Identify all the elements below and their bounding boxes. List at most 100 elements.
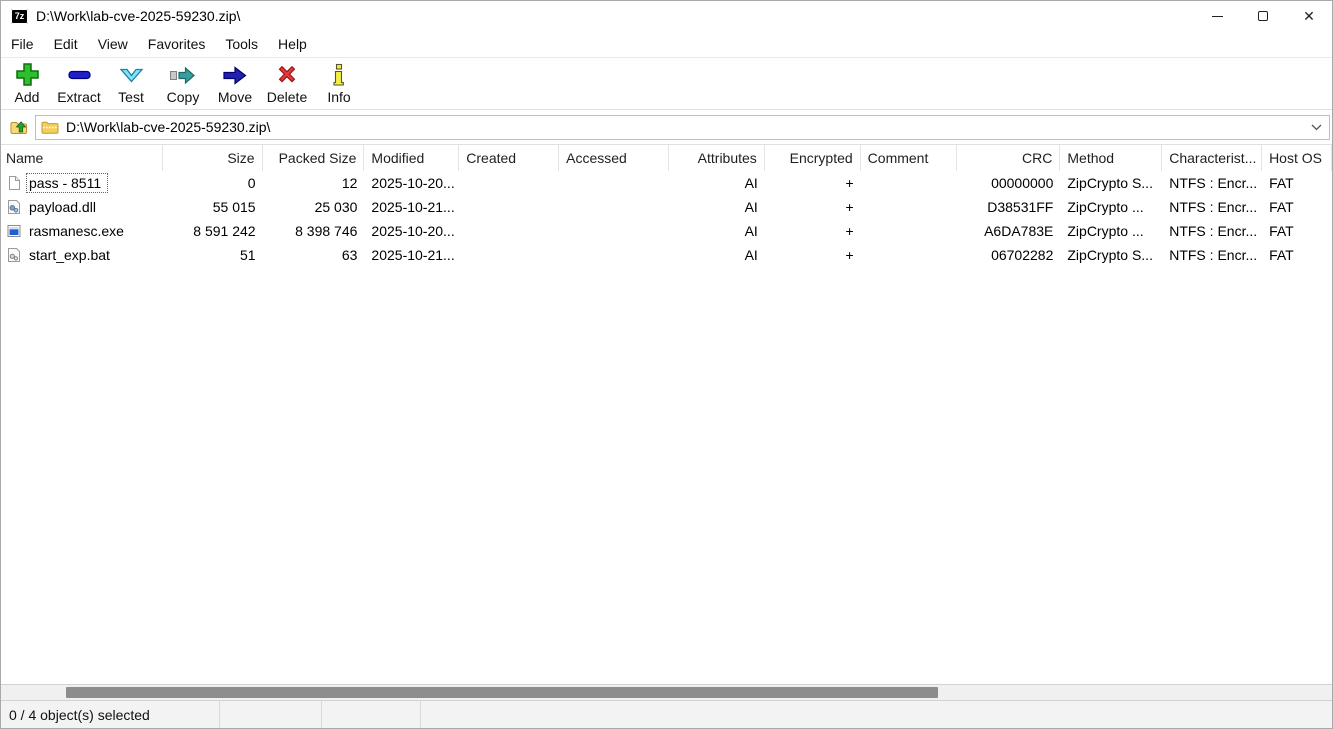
copy-label: Copy [166, 89, 200, 105]
add-plus-icon [16, 63, 39, 86]
7zip-window: 7z D:\Work\lab-cve-2025-59230.zip\ ✕ Fil… [0, 0, 1333, 729]
cell-accessed [559, 219, 669, 243]
cell-method: ZipCrypto S... [1067, 175, 1153, 191]
folder-up-icon [10, 121, 27, 134]
move-label: Move [217, 89, 253, 105]
cell-accessed [559, 171, 669, 195]
cell-host-os: FAT [1269, 199, 1294, 215]
menu-tools[interactable]: Tools [215, 32, 268, 56]
cell-size: 55 015 [212, 199, 256, 215]
chevron-down-icon[interactable] [1303, 124, 1329, 131]
cell-created [459, 243, 559, 267]
close-button[interactable]: ✕ [1286, 1, 1332, 31]
address-bar: D:\Work\lab-cve-2025-59230.zip\ [1, 110, 1332, 144]
file-list-panel: Name Size Packed Size Modified Created A… [1, 144, 1332, 684]
test-button[interactable]: Test [105, 60, 157, 105]
column-header-attributes[interactable]: Attributes [669, 145, 765, 171]
cell-size: 0 [247, 175, 256, 191]
cell-characteristics: NTFS : Encr... [1169, 199, 1258, 215]
extract-button[interactable]: Extract [53, 60, 105, 105]
maximize-icon [1258, 11, 1268, 21]
cell-crc: D38531FF [987, 199, 1054, 215]
status-section-2 [220, 701, 322, 728]
column-header-name[interactable]: Name [1, 145, 163, 171]
test-label: Test [118, 89, 144, 105]
menu-file[interactable]: File [1, 32, 44, 56]
cell-characteristics: NTFS : Encr... [1169, 223, 1258, 239]
add-button[interactable]: Add [1, 60, 53, 105]
delete-button[interactable]: Delete [261, 60, 313, 105]
selection-status: 0 / 4 object(s) selected [1, 701, 220, 728]
menu-bar: File Edit View Favorites Tools Help [1, 31, 1332, 58]
bat-file-icon [6, 247, 22, 263]
column-header-packed-size[interactable]: Packed Size [263, 145, 365, 171]
cell-attributes: AI [744, 247, 758, 263]
info-i-icon [333, 63, 344, 86]
cell-method: ZipCrypto ... [1067, 223, 1144, 239]
file-name: start_exp.bat [29, 247, 110, 263]
up-one-level-button[interactable] [6, 114, 32, 140]
table-row-start-exp-bat[interactable]: start_exp.bat 51 63 2025-10-21... AI + 0… [1, 243, 1332, 267]
document-file-icon [6, 175, 22, 191]
cell-characteristics: NTFS : Encr... [1169, 175, 1258, 191]
scrollbar-thumb[interactable] [66, 687, 938, 698]
cell-packed-size: 25 030 [314, 199, 358, 215]
info-label: Info [327, 89, 351, 105]
dll-file-icon [6, 199, 22, 215]
cell-accessed [559, 195, 669, 219]
cell-created [459, 171, 559, 195]
test-check-icon [119, 68, 144, 83]
status-bar: 0 / 4 object(s) selected [1, 701, 1332, 728]
cell-encrypted: + [845, 247, 854, 263]
cell-modified: 2025-10-20... [371, 175, 455, 191]
cell-host-os: FAT [1269, 247, 1294, 263]
menu-favorites[interactable]: Favorites [138, 32, 216, 56]
cell-comment [861, 171, 957, 195]
list-header: Name Size Packed Size Modified Created A… [1, 145, 1332, 171]
cell-modified: 2025-10-21... [371, 247, 455, 263]
column-header-size[interactable]: Size [163, 145, 263, 171]
copy-button[interactable]: Copy [157, 60, 209, 105]
toolbar: Add Extract Test Copy Move Delete Info [1, 58, 1332, 110]
menu-view[interactable]: View [88, 32, 138, 56]
cell-size: 8 591 242 [193, 223, 256, 239]
table-row-rasmanesc-exe[interactable]: rasmanesc.exe 8 591 242 8 398 746 2025-1… [1, 219, 1332, 243]
table-row-payload-dll[interactable]: payload.dll 55 015 25 030 2025-10-21... … [1, 195, 1332, 219]
cell-size: 51 [240, 247, 256, 263]
cell-encrypted: + [845, 223, 854, 239]
column-header-modified[interactable]: Modified [364, 145, 460, 171]
cell-packed-size: 63 [341, 247, 358, 263]
move-button[interactable]: Move [209, 60, 261, 105]
column-header-accessed[interactable]: Accessed [559, 145, 669, 171]
status-section-4 [421, 701, 1332, 728]
cell-method: ZipCrypto ... [1067, 199, 1144, 215]
delete-x-icon [278, 65, 296, 83]
title-bar[interactable]: 7z D:\Work\lab-cve-2025-59230.zip\ ✕ [1, 1, 1332, 31]
maximize-button[interactable] [1240, 1, 1286, 31]
move-arrow-icon [223, 66, 247, 85]
column-header-comment[interactable]: Comment [861, 145, 957, 171]
horizontal-scrollbar[interactable] [1, 684, 1332, 701]
menu-help[interactable]: Help [268, 32, 317, 56]
menu-edit[interactable]: Edit [44, 32, 88, 56]
column-header-crc[interactable]: CRC [957, 145, 1061, 171]
list-empty-area[interactable] [1, 267, 1332, 684]
exe-file-icon [6, 223, 22, 239]
cell-comment [861, 243, 957, 267]
table-row-pass[interactable]: pass - 8511 0 12 2025-10-20... AI + 0000… [1, 171, 1332, 195]
address-path[interactable]: D:\Work\lab-cve-2025-59230.zip\ [66, 119, 1303, 135]
column-header-encrypted[interactable]: Encrypted [765, 145, 861, 171]
column-header-host-os[interactable]: Host OS [1262, 145, 1332, 171]
address-combobox[interactable]: D:\Work\lab-cve-2025-59230.zip\ [35, 114, 1330, 140]
column-header-characteristics[interactable]: Characterist... [1162, 145, 1263, 171]
7zip-logo-icon: 7z [11, 8, 28, 24]
cell-modified: 2025-10-21... [371, 199, 455, 215]
cell-created [459, 219, 559, 243]
column-header-created[interactable]: Created [459, 145, 560, 171]
cell-attributes: AI [744, 175, 758, 191]
column-header-method[interactable]: Method [1060, 145, 1163, 171]
file-name: pass - 8511 [25, 173, 109, 193]
info-button[interactable]: Info [313, 60, 365, 105]
delete-label: Delete [266, 89, 308, 105]
minimize-button[interactable] [1194, 1, 1240, 31]
